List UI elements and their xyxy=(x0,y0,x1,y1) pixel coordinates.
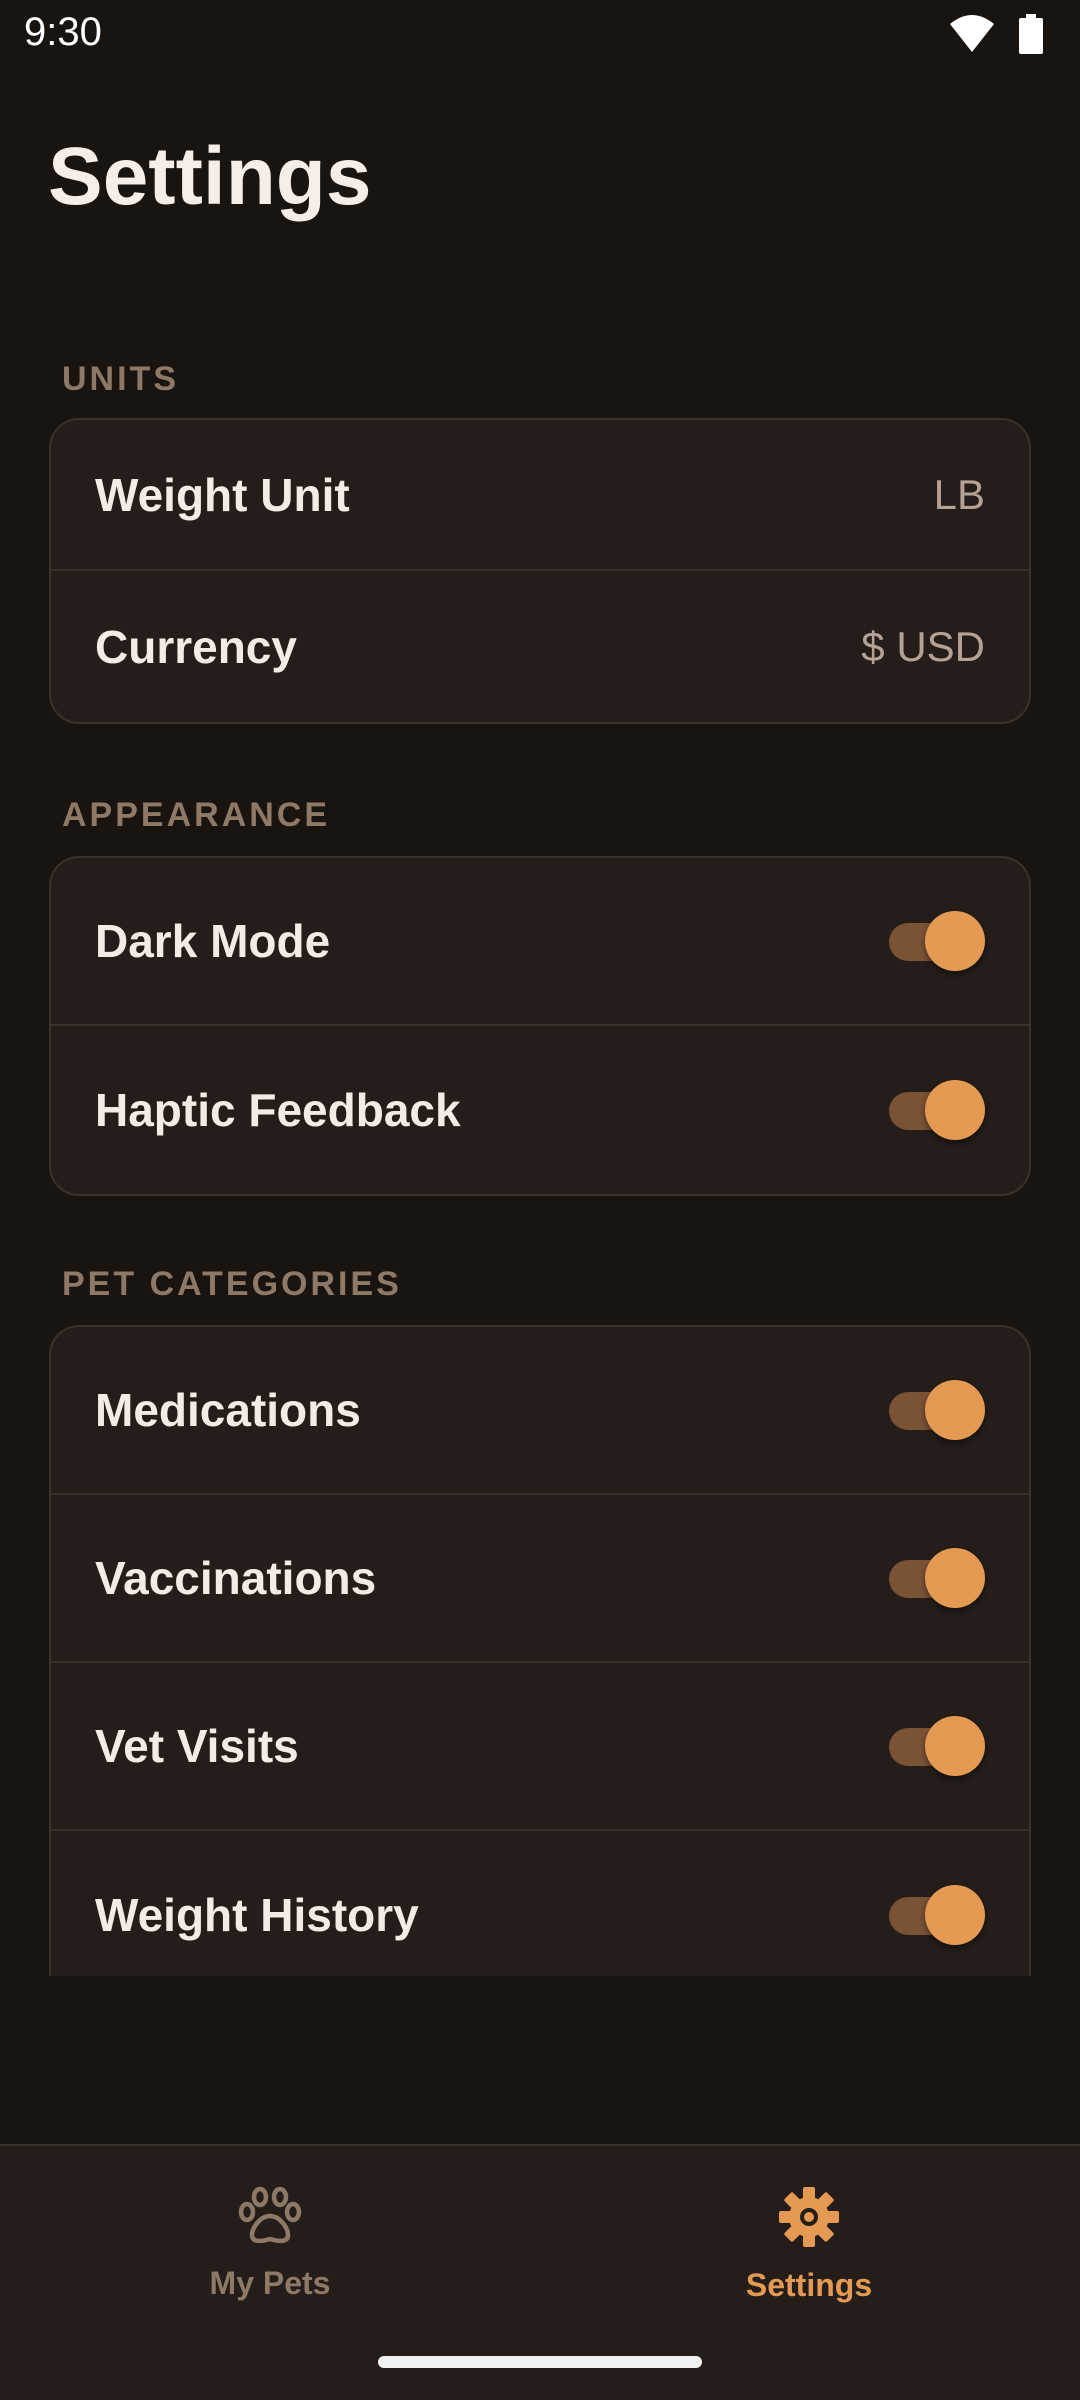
weight-unit-value: LB xyxy=(933,470,985,518)
currency-value: $ USD xyxy=(861,622,985,670)
nav-label-settings: Settings xyxy=(745,2267,873,2303)
status-icons xyxy=(948,14,1044,59)
haptic-feedback-toggle[interactable] xyxy=(889,1080,985,1140)
dark-mode-row: Dark Mode xyxy=(51,858,1029,1026)
vaccinations-row: Vaccinations xyxy=(51,1495,1029,1663)
pet-categories-card: Medications Vaccinations Vet Visits Weig… xyxy=(49,1325,1031,1976)
currency-row[interactable]: Currency $ USD xyxy=(51,571,1029,722)
wifi-icon xyxy=(948,14,996,59)
haptic-feedback-label: Haptic Feedback xyxy=(95,1084,461,1136)
medications-toggle[interactable] xyxy=(889,1380,985,1440)
toggle-thumb xyxy=(925,1548,985,1608)
gear-icon xyxy=(778,2186,840,2253)
weight-history-label: Weight History xyxy=(95,1889,419,1941)
vet-visits-toggle[interactable] xyxy=(889,1716,985,1776)
toggle-thumb xyxy=(925,911,985,971)
status-time: 9:30 xyxy=(24,10,102,54)
vet-visits-row: Vet Visits xyxy=(51,1663,1029,1831)
status-bar: 9:30 xyxy=(0,0,1080,72)
section-label-units: UNITS xyxy=(62,360,179,398)
vaccinations-label: Vaccinations xyxy=(95,1552,377,1604)
haptic-feedback-row: Haptic Feedback xyxy=(51,1026,1029,1194)
weight-unit-label: Weight Unit xyxy=(95,468,350,521)
section-label-appearance: APPEARANCE xyxy=(62,796,331,834)
home-indicator[interactable] xyxy=(378,2356,702,2368)
appearance-card: Dark Mode Haptic Feedback xyxy=(49,856,1031,1196)
page-title: Settings xyxy=(48,131,372,222)
toggle-thumb xyxy=(925,1716,985,1776)
dark-mode-toggle[interactable] xyxy=(889,911,985,971)
toggle-thumb xyxy=(925,1380,985,1440)
vet-visits-label: Vet Visits xyxy=(95,1720,299,1772)
toggle-thumb xyxy=(925,1080,985,1140)
medications-label: Medications xyxy=(95,1384,361,1436)
nav-item-settings[interactable]: Settings xyxy=(659,2186,959,2304)
weight-unit-row[interactable]: Weight Unit LB xyxy=(51,420,1029,571)
toggle-thumb xyxy=(925,1885,985,1945)
battery-icon xyxy=(1018,14,1044,59)
dark-mode-label: Dark Mode xyxy=(95,915,331,967)
nav-item-my-pets[interactable]: My Pets xyxy=(120,2186,420,2302)
vaccinations-toggle[interactable] xyxy=(889,1548,985,1608)
medications-row: Medications xyxy=(51,1327,1029,1495)
nav-label-my-pets: My Pets xyxy=(209,2265,331,2301)
units-card: Weight Unit LB Currency $ USD xyxy=(49,418,1031,724)
currency-label: Currency xyxy=(95,620,297,673)
weight-history-toggle[interactable] xyxy=(889,1885,985,1945)
weight-history-row: Weight History xyxy=(51,1831,1029,1976)
paw-icon xyxy=(237,2186,303,2251)
section-label-pet-categories: PET CATEGORIES xyxy=(62,1265,402,1303)
